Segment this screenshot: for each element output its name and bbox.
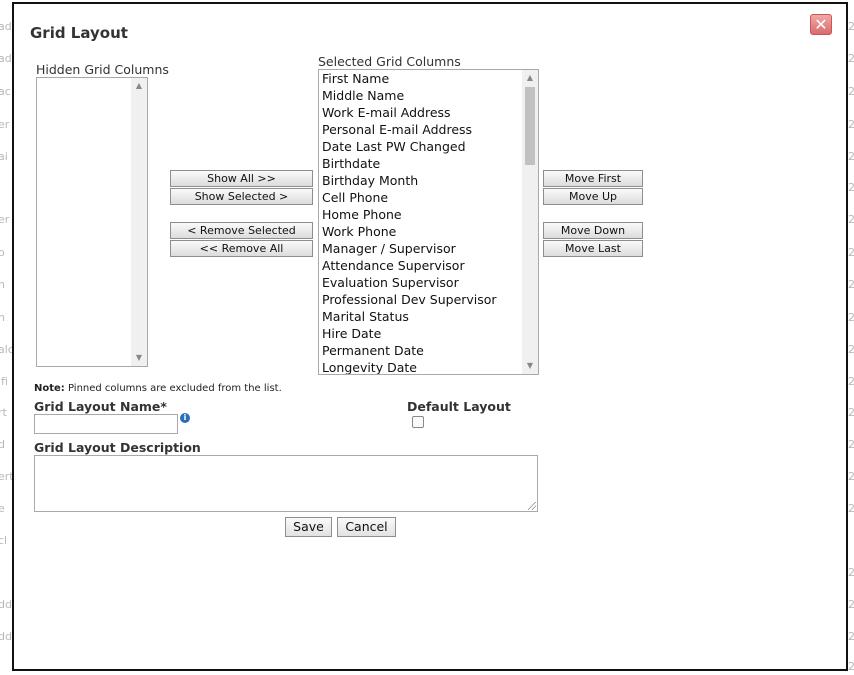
background-text-fragment: n (0, 278, 5, 291)
selected-column-option[interactable]: Permanent Date (319, 342, 538, 359)
selected-columns-listbox[interactable]: First Name Middle Name Work E-mail Address… (318, 69, 539, 375)
selected-column-option[interactable]: Marital Status (319, 308, 538, 325)
note-bold: Note: (34, 383, 65, 394)
remove-selected-button[interactable]: < Remove Selected (170, 222, 313, 239)
background-text-fragment: 2 (848, 213, 854, 226)
background-text-fragment: 2 (848, 181, 854, 194)
background-text-fragment: ai (0, 150, 8, 163)
background-text-fragment: 2 (848, 52, 854, 65)
layout-description-textarea[interactable] (34, 455, 538, 512)
selected-column-option[interactable]: Middle Name (319, 87, 538, 104)
selected-column-option[interactable]: Date Last PW Changed (319, 138, 538, 155)
selected-column-option[interactable]: First Name (319, 70, 538, 87)
background-text-fragment: 2 (848, 566, 854, 579)
move-down-button[interactable]: Move Down (543, 222, 643, 239)
background-text-fragment: 2 (848, 630, 854, 643)
selected-column-option[interactable]: Work Phone (319, 223, 538, 240)
background-text-fragment: 2 (848, 118, 854, 131)
default-layout-checkbox[interactable] (412, 416, 424, 428)
save-button[interactable]: Save (285, 517, 332, 537)
scrollbar-thumb[interactable] (525, 87, 535, 165)
background-text-fragment: ad (0, 20, 12, 33)
layout-name-label: Grid Layout Name* (34, 399, 167, 414)
selected-list-scrollbar[interactable]: ▲ ▼ (522, 70, 538, 374)
hidden-list-scrollbar[interactable]: ▲ ▼ (131, 78, 147, 366)
background-text-fragment: dd (0, 598, 12, 611)
resize-handle-icon[interactable] (528, 502, 536, 510)
show-all-button[interactable]: Show All >> (170, 170, 313, 187)
scroll-down-arrow-icon[interactable]: ▼ (131, 350, 147, 366)
selected-column-option[interactable]: Manager / Supervisor (319, 240, 538, 257)
move-first-button[interactable]: Move First (543, 170, 643, 187)
background-text-fragment: 2 (848, 278, 854, 291)
background-text-fragment: dd (0, 630, 12, 643)
background-text-fragment: rt (0, 406, 7, 419)
hidden-columns-listbox[interactable]: ▲ ▼ (36, 77, 148, 367)
background-text-fragment: 2 (848, 660, 854, 673)
background-text-fragment: 2 (848, 311, 854, 324)
close-button[interactable]: ✕ (810, 14, 832, 35)
background-text-fragment: 2 (848, 150, 854, 163)
info-icon[interactable]: i (180, 413, 190, 423)
dialog-title: Grid Layout (30, 24, 128, 42)
background-text-fragment: o (0, 246, 5, 259)
selected-column-option[interactable]: Home Phone (319, 206, 538, 223)
show-selected-button[interactable]: Show Selected > (170, 188, 313, 205)
selected-column-option[interactable]: Work E-mail Address (319, 104, 538, 121)
background-text-fragment: 2 (848, 20, 854, 33)
background-text-fragment: 2 (848, 406, 854, 419)
scroll-up-arrow-icon[interactable]: ▲ (522, 70, 538, 86)
background-text-fragment: 2 (848, 502, 854, 515)
note-text: Pinned columns are excluded from the lis… (64, 383, 282, 394)
grid-layout-dialog: Grid Layout ✕ Hidden Grid Columns ▲ ▼ Sh… (12, 2, 848, 671)
selected-column-option[interactable]: Longevity Date (319, 359, 538, 374)
selected-column-option[interactable]: Birthday Month (319, 172, 538, 189)
selected-column-option[interactable]: Professional Dev Supervisor (319, 291, 538, 308)
remove-all-button[interactable]: << Remove All (170, 240, 313, 257)
layout-name-input[interactable] (34, 414, 178, 434)
background-text-fragment: 2 (848, 85, 854, 98)
selected-column-option[interactable]: Hire Date (319, 325, 538, 342)
cancel-button[interactable]: Cancel (337, 517, 396, 537)
scroll-up-arrow-icon[interactable]: ▲ (131, 78, 147, 94)
background-text-fragment: d (0, 438, 5, 451)
hidden-columns-label: Hidden Grid Columns (36, 62, 169, 77)
background-text-fragment: er (0, 213, 10, 226)
background-text-fragment: n (0, 311, 5, 324)
background-text-fragment: 2 (848, 246, 854, 259)
scroll-down-arrow-icon[interactable]: ▼ (522, 358, 538, 374)
background-text-fragment: e (0, 502, 5, 515)
background-text-fragment: cl (0, 534, 8, 547)
pinned-columns-note: Note: Pinned columns are excluded from t… (34, 383, 282, 394)
selected-column-option[interactable]: Evaluation Supervisor (319, 274, 538, 291)
background-text-fragment: er (0, 118, 10, 131)
background-text-fragment: 2 (848, 343, 854, 356)
background-text-fragment: ifi (0, 375, 8, 388)
selected-column-option[interactable]: Attendance Supervisor (319, 257, 538, 274)
background-text-fragment: 2 (848, 438, 854, 451)
selected-column-option[interactable]: Cell Phone (319, 189, 538, 206)
background-text-fragment: ad (0, 52, 12, 65)
selected-column-option[interactable]: Personal E-mail Address (319, 121, 538, 138)
background-text-fragment: 2 (848, 375, 854, 388)
default-layout-label: Default Layout (407, 399, 511, 414)
move-up-button[interactable]: Move Up (543, 188, 643, 205)
layout-description-label: Grid Layout Description (34, 440, 201, 455)
move-last-button[interactable]: Move Last (543, 240, 643, 257)
background-text-fragment: 2 (848, 470, 854, 483)
close-icon: ✕ (814, 15, 828, 34)
background-text-fragment: ac (0, 85, 11, 98)
background-text-fragment: 2 (848, 598, 854, 611)
selected-column-option[interactable]: Birthdate (319, 155, 538, 172)
selected-columns-label: Selected Grid Columns (318, 54, 461, 69)
